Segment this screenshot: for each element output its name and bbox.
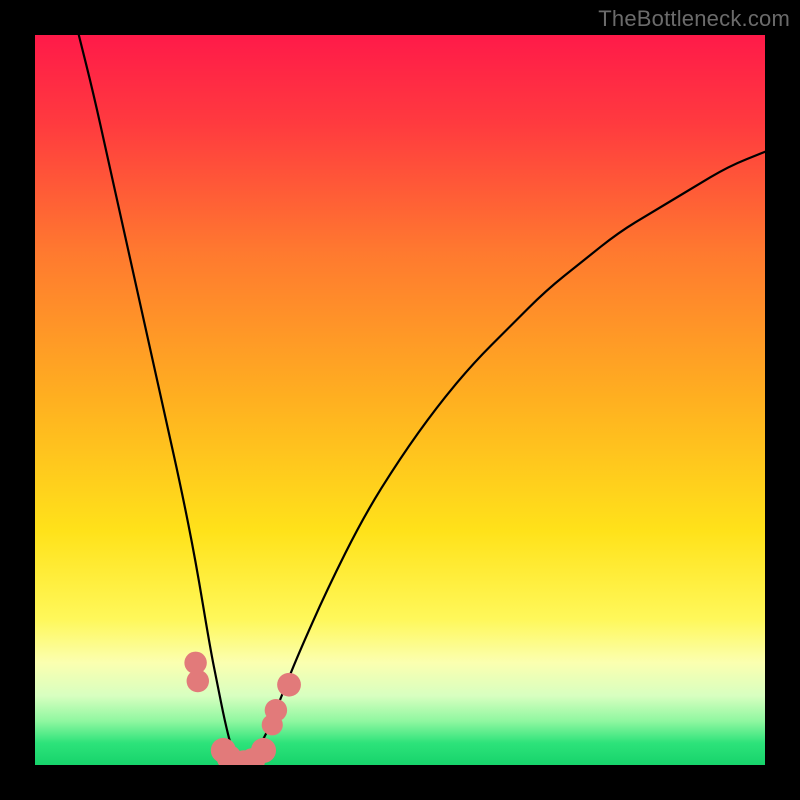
data-marker [251, 738, 276, 763]
plot-area [35, 35, 765, 765]
chart-frame: TheBottleneck.com [0, 0, 800, 800]
data-marker [277, 673, 301, 697]
data-marker [265, 699, 287, 721]
watermark-text: TheBottleneck.com [598, 6, 790, 32]
data-markers [184, 652, 301, 765]
curve-layer [35, 35, 765, 765]
bottleneck-curve [79, 35, 765, 765]
data-marker [187, 670, 209, 692]
